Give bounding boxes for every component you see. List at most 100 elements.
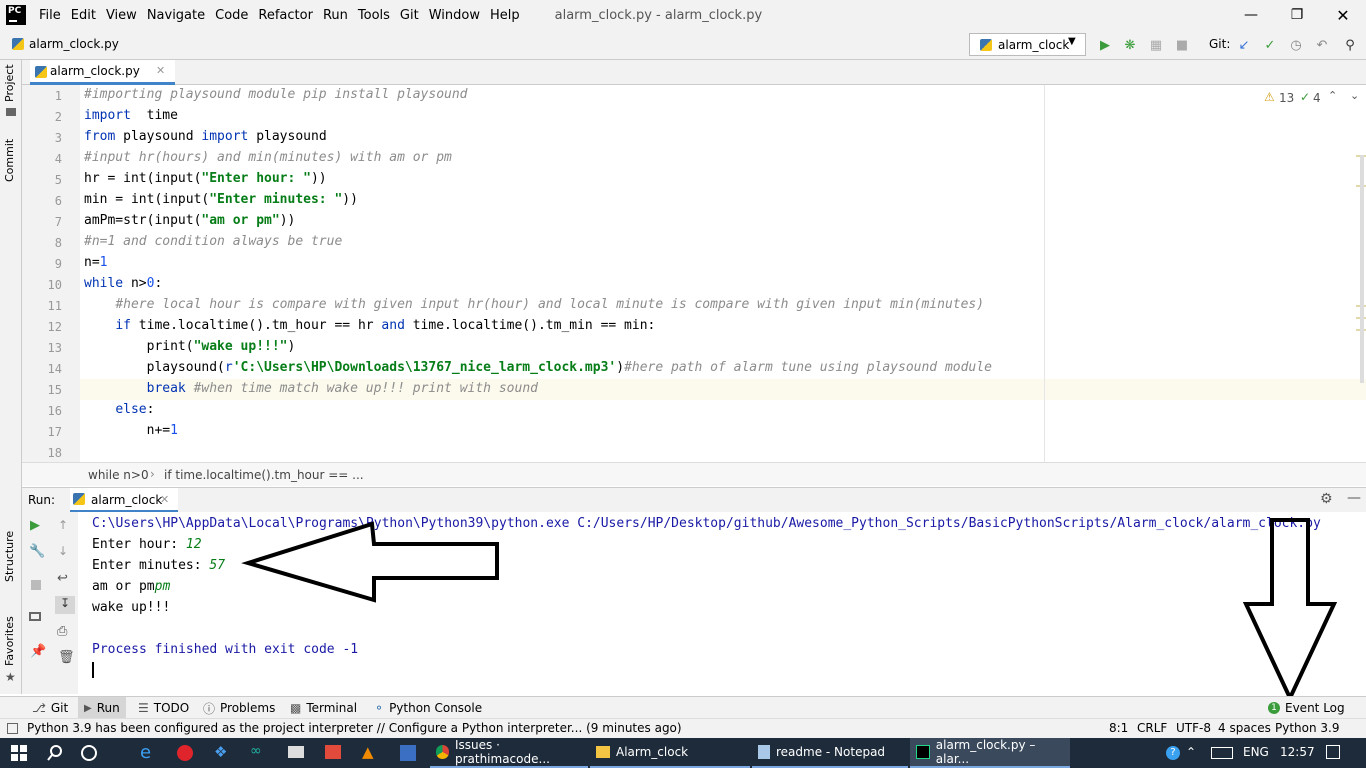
menu-file[interactable]: File — [34, 8, 66, 23]
coverage-icon[interactable]: ▦ — [1147, 36, 1165, 54]
dropbox-icon[interactable]: ❖ — [214, 743, 227, 761]
taskbar-notepad[interactable]: readme - Notepad — [752, 738, 908, 768]
search-icon[interactable]: ⚲ — [1341, 36, 1359, 54]
event-log-button[interactable]: 1 Event Log — [1268, 697, 1345, 719]
vlc-icon[interactable]: ▲ — [362, 743, 374, 761]
rollback-icon[interactable]: ↶ — [1313, 36, 1331, 54]
pin-icon[interactable]: 📌 — [30, 644, 46, 659]
menu-edit[interactable]: Edit — [66, 8, 101, 23]
run-icon[interactable]: ▶ — [1096, 36, 1114, 54]
code-token: )) — [342, 192, 358, 207]
menu-refactor[interactable]: Refactor — [253, 8, 318, 23]
check-icon[interactable]: ✓ — [1300, 90, 1310, 104]
debug-icon[interactable]: ❋ — [1121, 36, 1139, 54]
mail-icon[interactable] — [288, 746, 304, 758]
python-interpreter[interactable]: Python 3.9 — [1275, 721, 1340, 735]
arrow-up-icon[interactable]: ↑ — [58, 518, 68, 532]
chevron-up-icon[interactable]: ⌃ — [1186, 745, 1196, 759]
word-pad-icon[interactable] — [400, 745, 416, 761]
close-tab-icon[interactable]: ✕ — [160, 493, 169, 506]
gmail-icon[interactable] — [325, 745, 341, 759]
wrench-icon[interactable]: 🔧 — [29, 544, 45, 559]
menu-navigate[interactable]: Navigate — [142, 8, 210, 23]
input-language[interactable]: ENG — [1243, 745, 1269, 759]
print-icon[interactable]: ⎙ — [57, 624, 67, 639]
menu-git[interactable]: Git — [395, 8, 424, 23]
menu-tools[interactable]: Tools — [353, 8, 395, 23]
run-tool-button[interactable]: ▶ Run — [78, 697, 126, 719]
minimize-button[interactable]: — — [1228, 0, 1274, 30]
line-separator[interactable]: CRLF — [1137, 721, 1167, 735]
menu-help[interactable]: Help — [485, 8, 525, 23]
code-line: while n>0: — [84, 276, 162, 291]
history-icon[interactable]: ◷ — [1287, 36, 1305, 54]
gear-icon[interactable]: ⚙ — [1320, 491, 1333, 507]
task-view-icon[interactable] — [80, 744, 98, 762]
editor-tab-alarm-clock[interactable]: alarm_clock.py ✕ — [30, 60, 175, 85]
rerun-icon[interactable]: ▶ — [30, 518, 40, 533]
project-tool-tab[interactable]: Project — [3, 64, 16, 102]
scroll-to-end-icon[interactable]: ↧ — [55, 596, 75, 614]
folder-icon — [6, 108, 16, 116]
terminal-tool-button[interactable]: ▩ Terminal — [290, 697, 357, 719]
run-config-label: alarm_clock — [998, 37, 1070, 52]
keyboard-icon[interactable] — [1211, 747, 1233, 759]
menu-code[interactable]: Code — [210, 8, 253, 23]
arduino-icon[interactable]: ∞ — [250, 743, 262, 759]
breadcrumb-if[interactable]: if time.localtime().tm_hour == ... — [164, 468, 364, 482]
status-message[interactable]: Python 3.9 has been configured as the pr… — [27, 721, 682, 735]
stop-icon[interactable]: ■ — [1173, 36, 1191, 54]
opera-icon[interactable] — [177, 745, 193, 761]
chevron-up-icon[interactable]: ⌃ — [1328, 89, 1337, 102]
favorites-tool-tab[interactable]: Favorites — [3, 616, 16, 666]
taskbar-explorer-label: Alarm_clock — [616, 745, 689, 759]
taskbar-explorer[interactable]: Alarm_clock — [590, 738, 750, 768]
hide-panel-icon[interactable]: — — [1347, 490, 1361, 506]
menu-view[interactable]: View — [101, 8, 142, 23]
notification-icon[interactable] — [1326, 745, 1340, 759]
trash-icon[interactable]: 🗑 — [58, 650, 75, 665]
search-icon[interactable] — [46, 744, 64, 762]
breadcrumb-while[interactable]: while n>0 — [88, 468, 149, 482]
problems-tool-button[interactable]: ⓘ Problems — [203, 697, 275, 719]
tool-window-bar: ⎇ Git ▶ Run ☰ TODO ⓘ Problems ▩ Terminal ⚬ Pyt… — [0, 696, 1366, 719]
structure-tool-tab[interactable]: Structure — [3, 531, 16, 582]
file-encoding[interactable]: UTF-8 — [1176, 721, 1211, 735]
taskbar-clock[interactable]: 12:57 — [1280, 745, 1315, 759]
todo-tool-button[interactable]: ☰ TODO — [138, 697, 189, 719]
code-line: #n=1 and condition always be true — [84, 234, 342, 249]
status-square-icon[interactable] — [7, 723, 18, 734]
code-editor[interactable]: 1 2 3 4 5 6 7 8 9 10 11 12 13 14 15 16 1… — [22, 85, 1366, 462]
code-token: and — [381, 318, 405, 333]
close-button[interactable]: ✕ — [1320, 0, 1366, 30]
maximize-button[interactable]: ❐ — [1274, 0, 1320, 30]
python-console-tool-button[interactable]: ⚬ Python Console — [374, 697, 482, 719]
help-icon[interactable]: ? — [1166, 746, 1180, 760]
close-tab-icon[interactable]: ✕ — [156, 64, 165, 77]
arrow-down-icon[interactable]: ↓ — [58, 544, 68, 558]
taskbar-chrome[interactable]: Issues · prathimacode... — [430, 738, 588, 768]
git-commit-icon[interactable]: ✓ — [1261, 36, 1279, 54]
window-title: alarm_clock.py - alarm_clock.py — [554, 7, 763, 23]
caret-position[interactable]: 8:1 — [1109, 721, 1128, 735]
indent-setting[interactable]: 4 spaces — [1218, 721, 1271, 735]
code-line: break #when time match wake up!!! print … — [84, 381, 538, 396]
line-number: 18 — [47, 446, 62, 460]
warning-icon[interactable]: ⚠ — [1264, 90, 1275, 104]
chevron-down-icon[interactable]: ⌄ — [1350, 89, 1359, 102]
run-config-selector[interactable]: alarm_clock ▼ — [969, 33, 1086, 56]
git-tool-button[interactable]: ⎇ Git — [32, 697, 68, 719]
soft-wrap-icon[interactable]: ↩ — [57, 571, 68, 586]
menu-run[interactable]: Run — [318, 8, 353, 23]
taskbar-pycharm[interactable]: alarm_clock.py – alar... — [910, 738, 1070, 768]
edge-icon[interactable]: e — [140, 742, 151, 763]
commit-tool-tab[interactable]: Commit — [3, 139, 16, 182]
nav-file-crumb[interactable]: alarm_clock.py — [29, 37, 119, 51]
windows-start-icon[interactable] — [10, 744, 28, 762]
editor-scrollbar[interactable] — [1356, 155, 1366, 385]
menu-window[interactable]: Window — [424, 8, 485, 23]
stop-icon[interactable] — [31, 580, 41, 590]
run-tab-alarm-clock[interactable]: alarm_clock ✕ — [70, 488, 178, 513]
git-update-icon[interactable]: ↙ — [1235, 36, 1253, 54]
layout-icon[interactable] — [29, 612, 41, 621]
